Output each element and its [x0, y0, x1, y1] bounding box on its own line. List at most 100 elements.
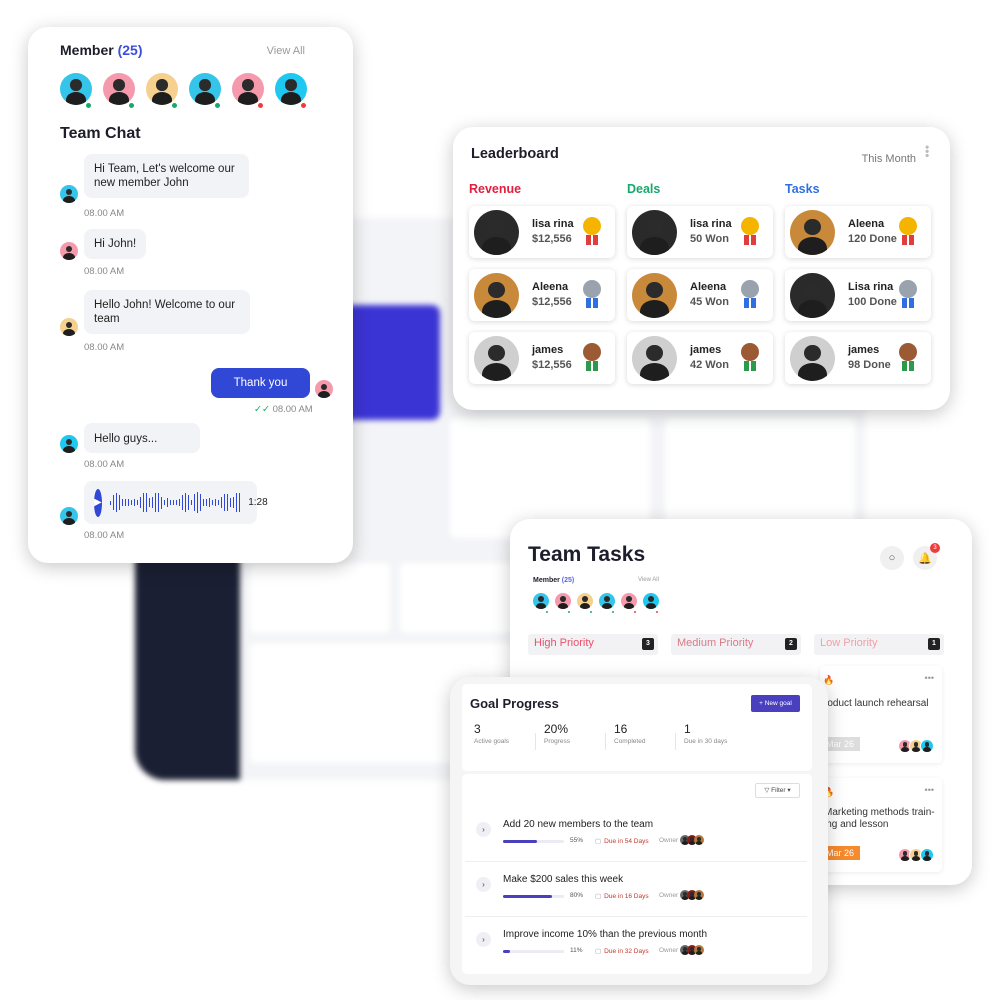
voice-message[interactable]: ▶ 1:28 [84, 481, 268, 524]
goal-progress-label: 80% [570, 892, 584, 899]
new-goal-button[interactable]: + New goal [751, 695, 800, 712]
status-dot [633, 610, 637, 614]
column-title: Revenue [469, 182, 522, 196]
leaderboard-row[interactable]: james 42 Won [627, 332, 773, 384]
chevron-right-icon[interactable]: › [476, 822, 491, 837]
avatar [790, 272, 835, 318]
gold-medal-icon [741, 217, 759, 247]
person-name: james [690, 344, 722, 356]
goal-due: ▢ Due in 32 Days [595, 948, 649, 955]
leaderboard-row[interactable]: james $12,556 [469, 332, 615, 384]
wave-bar [235, 492, 238, 513]
task-card[interactable]: 🔥 ••• Marketing methods train-ing and les… [820, 778, 942, 872]
filter-button[interactable]: ▽ Filter ▾ [755, 783, 800, 798]
message-time: 08.00 AM [84, 459, 125, 470]
calendar-icon: ▢ [595, 838, 602, 845]
member-avatar[interactable] [643, 593, 659, 614]
member-heading: Member (25) [60, 42, 143, 58]
wave-bar [184, 492, 187, 513]
wave-bar [223, 493, 226, 512]
leaderboard-row[interactable]: Aleena $12,556 [469, 269, 615, 321]
medium-priority-column[interactable]: Medium Priority 2 [671, 634, 801, 655]
person-value: 100 Done [848, 296, 897, 308]
leaderboard-row[interactable]: james 98 Done [785, 332, 931, 384]
more-icon[interactable]: ••• [925, 784, 934, 796]
member-avatar[interactable] [60, 73, 92, 110]
wave-bar [190, 500, 193, 505]
team-chat-card: Member (25) View All Team Chat Hi Team, … [28, 27, 353, 563]
bronze-medal-icon [583, 343, 601, 373]
leaderboard-row[interactable]: Lisa rina 100 Done [785, 269, 931, 321]
wave-bar [160, 496, 163, 509]
wave-bar [124, 499, 127, 506]
person-name: Lisa rina [848, 281, 894, 293]
play-icon[interactable]: ▶ [94, 488, 102, 517]
avatar [474, 272, 519, 318]
leaderboard-row[interactable]: Aleena 45 Won [627, 269, 773, 321]
wave-bar [139, 496, 142, 509]
member-avatar[interactable] [232, 73, 264, 110]
leaderboard-row[interactable]: lisa rina 50 Won [627, 206, 773, 258]
period-selector[interactable]: This Month [862, 153, 916, 165]
person-name: Aleena [848, 218, 885, 230]
search-icon[interactable]: ○ [880, 546, 904, 570]
wave-bar [148, 497, 151, 508]
view-all-link[interactable]: View All [638, 577, 659, 583]
leaderboard-row[interactable]: Aleena 120 Done [785, 206, 931, 258]
wave-bar [202, 498, 205, 507]
member-avatar[interactable] [533, 593, 549, 614]
wave-bar [208, 498, 211, 507]
goal-progress-label: 11% [570, 947, 583, 954]
my-message-bubble: Thank you [211, 368, 310, 398]
assignee-avatars [898, 739, 934, 753]
filter-icon: ▽ [764, 787, 770, 794]
task-title: roduct launch rehearsal [824, 698, 929, 709]
view-all-link[interactable]: View All [267, 45, 305, 57]
member-avatar[interactable] [146, 73, 178, 110]
owner-label: Owner [659, 892, 679, 899]
bell-icon[interactable]: 🔔 3 [913, 543, 940, 570]
goal-title: Add 20 new members to the team [503, 819, 654, 830]
wave-bar [193, 494, 196, 511]
wave-bar [157, 492, 160, 513]
double-check-icon: ✓✓ [254, 404, 270, 415]
wave-bar [214, 499, 217, 506]
goal-row[interactable]: › Add 20 new members to the team 55% ▢ Due i… [465, 807, 807, 862]
member-avatar[interactable] [555, 593, 571, 614]
high-priority-column[interactable]: High Priority 3 [528, 634, 658, 655]
member-avatar[interactable] [621, 593, 637, 614]
avatar [790, 209, 835, 255]
message-time: 08.00 AM [84, 342, 125, 353]
goal-title: Make $200 sales this week [503, 874, 624, 885]
wave-bar [226, 493, 229, 512]
chevron-right-icon[interactable]: › [476, 877, 491, 892]
message-time: 08.00 AM [84, 530, 125, 541]
leaderboard-row[interactable]: lisa rina $12,556 [469, 206, 615, 258]
silver-medal-icon [899, 280, 917, 310]
task-card[interactable]: 🔥 ••• roduct launch rehearsal Mar 26 [820, 666, 942, 763]
wave-bar [154, 492, 157, 513]
goal-row[interactable]: › Make $200 sales this week 80% ▢ Due in 16 … [465, 862, 807, 917]
wave-bar [199, 494, 202, 511]
member-avatar[interactable] [275, 73, 307, 110]
column-title: Tasks [785, 182, 820, 196]
wave-bar [115, 492, 118, 513]
low-priority-column[interactable]: Low Priority 1 [814, 634, 944, 655]
divider [535, 733, 536, 750]
member-avatar[interactable] [103, 73, 135, 110]
more-options-icon[interactable]: ••• [920, 145, 934, 158]
chevron-right-icon[interactable]: › [476, 932, 491, 947]
stat-item: 16 Completed [614, 722, 646, 745]
my-avatar [315, 380, 333, 398]
more-icon[interactable]: ••• [925, 672, 934, 684]
goal-row[interactable]: › Improve income 10% than the previous mo… [465, 917, 807, 972]
goal-progress-bar [503, 895, 564, 898]
owner-avatars [680, 890, 704, 900]
member-avatar[interactable] [599, 593, 615, 614]
member-heading: Member (25) [533, 577, 575, 584]
goal-due: ▢ Due in 16 Days [595, 893, 649, 900]
member-avatar[interactable] [577, 593, 593, 614]
person-value: 50 Won [690, 233, 729, 245]
status-dot [567, 610, 571, 614]
member-avatar[interactable] [189, 73, 221, 110]
